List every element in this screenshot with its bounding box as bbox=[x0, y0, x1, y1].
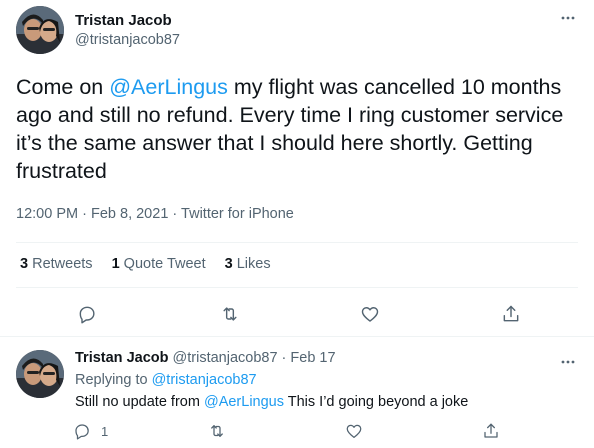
reply-author-handle[interactable]: @tristanjacob87 bbox=[173, 350, 278, 366]
quote-tweets-stat[interactable]: 1 Quote Tweet bbox=[112, 256, 206, 272]
reply-icon bbox=[75, 424, 89, 440]
heart-icon bbox=[346, 424, 362, 439]
retweets-stat[interactable]: 3 Retweets bbox=[20, 256, 93, 272]
likes-stat[interactable]: 3 Likes bbox=[225, 256, 271, 272]
quotes-count: 1 bbox=[111, 256, 120, 272]
tweet-source[interactable]: Twitter for iPhone bbox=[181, 206, 294, 222]
reply-share-button[interactable] bbox=[480, 420, 502, 442]
reply-header: Tristan Jacob @tristanjacob87 · Feb 17 bbox=[75, 350, 336, 366]
like-button[interactable] bbox=[359, 303, 381, 325]
reply-more-icon[interactable] bbox=[560, 354, 576, 370]
retweet-icon bbox=[223, 307, 237, 321]
reply-like-button[interactable] bbox=[343, 420, 365, 442]
likes-label: Likes bbox=[236, 256, 271, 272]
replying-to-handle[interactable]: @tristanjacob87 bbox=[152, 372, 257, 388]
reply-retweet-button[interactable] bbox=[206, 420, 228, 442]
likes-count: 3 bbox=[224, 256, 233, 272]
reply-button[interactable] bbox=[76, 303, 98, 325]
reply-avatar[interactable] bbox=[16, 350, 64, 398]
heart-icon bbox=[361, 307, 379, 322]
mention-link[interactable]: @AerLingus bbox=[109, 75, 228, 99]
retweet-icon bbox=[211, 425, 223, 437]
replying-to: Replying to @tristanjacob87 bbox=[75, 372, 257, 388]
retweets-count: 3 bbox=[20, 256, 29, 272]
author-handle[interactable]: @tristanjacob87 bbox=[75, 32, 180, 48]
main-tweet: Tristan Jacob @tristanjacob87 Come on @A… bbox=[0, 0, 594, 337]
reply-author-name[interactable]: Tristan Jacob bbox=[75, 350, 168, 366]
divider bbox=[16, 287, 578, 288]
reply-text-start: Still no update from bbox=[75, 394, 204, 410]
reply-count: 1 bbox=[101, 423, 109, 439]
reply-date[interactable]: Feb 17 bbox=[290, 350, 335, 366]
retweet-button[interactable] bbox=[219, 303, 241, 325]
share-icon bbox=[503, 305, 519, 322]
replying-prefix: Replying to bbox=[75, 372, 148, 388]
reply-icon bbox=[79, 306, 95, 324]
reply-text: Still no update from @AerLingus This I’d… bbox=[75, 394, 468, 410]
avatar[interactable] bbox=[16, 6, 64, 54]
reply-text-end: This I’d going beyond a joke bbox=[283, 394, 469, 410]
tweet-time[interactable]: 12:00 PM bbox=[16, 206, 78, 222]
tweet-text-start: Come on bbox=[16, 75, 110, 99]
meta-separator: · bbox=[172, 206, 178, 222]
divider bbox=[16, 242, 578, 243]
share-button[interactable] bbox=[500, 303, 522, 325]
tweet-date[interactable]: Feb 8, 2021 bbox=[91, 206, 168, 222]
quotes-label: Quote Tweet bbox=[123, 256, 206, 272]
tweet-stats: 3 Retweets 1 Quote Tweet 3 Likes bbox=[20, 256, 290, 272]
share-icon bbox=[484, 423, 498, 438]
reply-reply-button[interactable]: 1 bbox=[73, 420, 108, 442]
tweet-meta: 12:00 PM · Feb 8, 2021 · Twitter for iPh… bbox=[16, 206, 294, 222]
meta-separator: · bbox=[281, 350, 287, 366]
author-name[interactable]: Tristan Jacob bbox=[75, 12, 172, 29]
more-horizontal-icon[interactable] bbox=[560, 10, 576, 26]
retweets-label: Retweets bbox=[32, 256, 93, 272]
reply-mention-link[interactable]: @AerLingus bbox=[204, 394, 284, 410]
tweet-text: Come on @AerLingus my flight was cancell… bbox=[16, 73, 586, 185]
meta-separator: · bbox=[82, 206, 87, 222]
